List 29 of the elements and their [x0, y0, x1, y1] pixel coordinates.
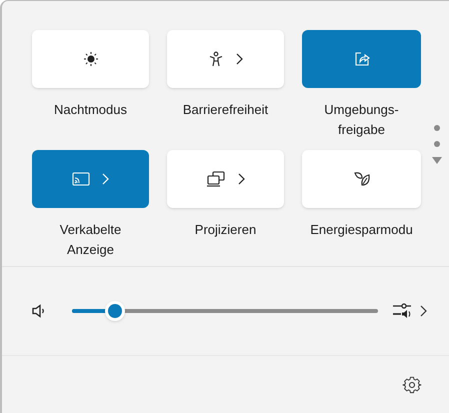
- settings-icon[interactable]: [402, 374, 422, 394]
- screens-icon: [206, 171, 226, 187]
- tile-label: Energiesparmodu: [310, 221, 413, 239]
- tile-label: Projizieren: [194, 221, 256, 239]
- quick-setting-tile[interactable]: [32, 150, 149, 208]
- tile-label: Barrierefreiheit: [182, 101, 268, 119]
- quick-setting-tile[interactable]: [302, 150, 421, 208]
- sliders-speaker-icon: [392, 302, 414, 320]
- brightness-icon: [82, 51, 98, 67]
- chevron-right-icon: [102, 173, 109, 185]
- volume-slider[interactable]: [72, 301, 378, 321]
- tile-label: Nachtmodus: [54, 101, 127, 119]
- slider-thumb[interactable]: [104, 301, 125, 321]
- leaves-icon: [352, 171, 370, 187]
- quick-setting-tile[interactable]: [167, 150, 284, 208]
- speaker-icon[interactable]: [32, 304, 46, 318]
- cast-icon: [72, 172, 90, 186]
- person-icon: [208, 51, 224, 67]
- scroll-down-icon[interactable]: [432, 157, 442, 165]
- quick-setting-tile[interactable]: [167, 30, 284, 88]
- chevron-right-icon: [236, 53, 243, 65]
- share-icon: [354, 51, 370, 67]
- chevron-right-icon: [420, 305, 427, 317]
- tile-label: Umgebungs- freigabe: [324, 101, 399, 139]
- quick-setting-tile[interactable]: [32, 30, 149, 88]
- audio-output-button[interactable]: [392, 302, 427, 320]
- quick-setting-tile[interactable]: [302, 30, 421, 88]
- chevron-right-icon: [238, 173, 245, 185]
- tile-label: Verkabelte Anzeige: [60, 221, 122, 259]
